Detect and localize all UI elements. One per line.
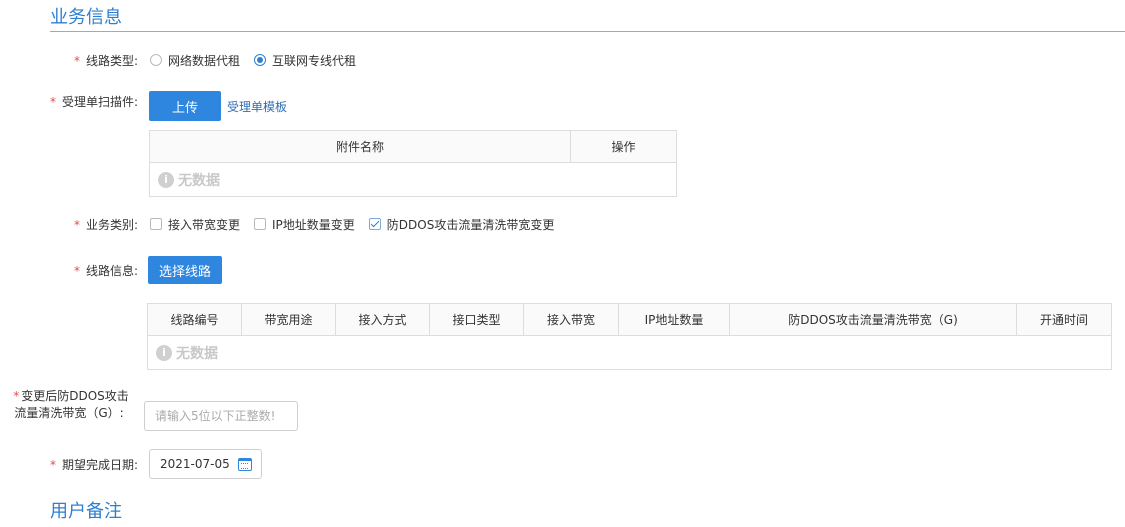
- column-header-operation: 操作: [570, 130, 677, 163]
- line-info-label-wrap: * 线路信息:: [0, 262, 138, 279]
- required-marker: *: [49, 95, 56, 109]
- empty-text: 无数据: [176, 345, 218, 362]
- column-header-attachment-name: 附件名称: [149, 130, 571, 163]
- ddos-bandwidth-label-line1-wrap: * 变更后防DDOS攻击: [0, 388, 138, 405]
- required-marker: *: [73, 263, 80, 278]
- business-category-row: * 业务类别: 接入带宽变更 IP地址数量变更 防DDOS攻击流量清洗带宽变更: [0, 214, 568, 234]
- attachment-table: 附件名称 操作 i 无数据: [149, 130, 677, 197]
- radio-network-data-lease[interactable]: 网络数据代租: [150, 52, 240, 69]
- radio-label: 网络数据代租: [168, 53, 241, 68]
- checkbox-indicator-checked[interactable]: [368, 218, 381, 230]
- template-link[interactable]: 受理单模板: [227, 98, 287, 115]
- column-header-line-number: 线路编号: [147, 303, 242, 336]
- line-info-label: 线路信息:: [85, 263, 138, 278]
- required-marker: *: [73, 53, 80, 68]
- ddos-bandwidth-label-line1: 变更后防DDOS攻击: [21, 389, 129, 403]
- upload-button[interactable]: 上传: [149, 91, 221, 121]
- column-header-interface-type: 接口类型: [429, 303, 524, 336]
- required-marker: *: [49, 457, 56, 472]
- ddos-bandwidth-input-wrap: [144, 401, 298, 431]
- table-empty-row: i 无数据: [147, 335, 1112, 370]
- info-icon: i: [156, 344, 172, 361]
- checkbox-label: IP地址数量变更: [272, 217, 355, 232]
- expected-date-label: 期望完成日期:: [61, 457, 138, 472]
- column-header-ddos-bandwidth: 防DDOS攻击流量清洗带宽（G): [729, 303, 1017, 336]
- table-header-row: 线路编号 带宽用途 接入方式 接口类型 接入带宽 IP地址数量 防DDOS攻击流…: [147, 303, 1112, 336]
- empty-text: 无数据: [178, 172, 220, 189]
- business-category-label: 业务类别:: [85, 217, 138, 232]
- business-category-checkbox-group: 接入带宽变更 IP地址数量变更 防DDOS攻击流量清洗带宽变更: [150, 216, 568, 233]
- radio-indicator-selected[interactable]: [254, 54, 267, 66]
- table-header-row: 附件名称 操作: [149, 130, 677, 163]
- line-type-row: * 线路类型: 网络数据代租 互联网专线代租: [0, 50, 1125, 70]
- line-info-table: 线路编号 带宽用途 接入方式 接口类型 接入带宽 IP地址数量 防DDOS攻击流…: [147, 303, 1112, 370]
- checkbox-indicator[interactable]: [254, 218, 267, 230]
- checkbox-ddos-bandwidth-change[interactable]: 防DDOS攻击流量清洗带宽变更: [368, 216, 555, 233]
- checkbox-access-bandwidth-change[interactable]: 接入带宽变更: [150, 216, 240, 233]
- scan-upload-label: 受理单扫描件:: [61, 95, 138, 109]
- business-category-label-wrap: * 业务类别:: [0, 216, 138, 233]
- column-header-access-method: 接入方式: [335, 303, 430, 336]
- checkbox-label: 防DDOS攻击流量清洗带宽变更: [386, 217, 555, 232]
- required-marker: *: [73, 217, 80, 232]
- expected-date-label-wrap: * 期望完成日期:: [0, 456, 138, 473]
- checkbox-label: 接入带宽变更: [168, 217, 241, 232]
- column-header-open-time: 开通时间: [1016, 303, 1112, 336]
- column-header-access-bandwidth: 接入带宽: [523, 303, 619, 336]
- radio-label: 互联网专线代租: [272, 53, 357, 68]
- ddos-bandwidth-label-line2: 流量清洗带宽（G）:: [14, 406, 124, 420]
- line-type-radio-group: 网络数据代租 互联网专线代租: [150, 52, 370, 69]
- table-empty-row: i 无数据: [149, 162, 677, 197]
- empty-cell: i 无数据: [147, 335, 1112, 370]
- calendar-icon[interactable]: [237, 457, 252, 471]
- empty-cell: i 无数据: [149, 162, 677, 197]
- empty-state: i 无数据: [158, 170, 220, 190]
- radio-internet-dedicated-lease[interactable]: 互联网专线代租: [254, 52, 356, 69]
- checkbox-ip-count-change[interactable]: IP地址数量变更: [254, 216, 355, 233]
- line-type-label-wrap: * 线路类型:: [0, 52, 138, 69]
- line-type-label: 线路类型:: [85, 53, 138, 68]
- required-marker: *: [13, 389, 20, 403]
- section-title-user-remarks: 用户备注: [50, 501, 122, 522]
- expected-date-row: * 期望完成日期:: [0, 454, 138, 474]
- expected-date-picker[interactable]: 2021-07-05: [149, 449, 262, 479]
- column-header-ip-count: IP地址数量: [618, 303, 730, 336]
- expected-date-value: 2021-07-05: [160, 457, 230, 471]
- scan-upload-row: * 受理单扫描件: 上传 受理单模板: [0, 91, 287, 121]
- radio-indicator[interactable]: [150, 54, 162, 66]
- ddos-bandwidth-label-wrap: * 变更后防DDOS攻击 流量清洗带宽（G）:: [0, 388, 138, 422]
- empty-state: i 无数据: [156, 343, 218, 363]
- ddos-bandwidth-input[interactable]: [155, 409, 297, 423]
- line-info-row: * 线路信息: 选择线路: [0, 256, 222, 284]
- section-divider: [50, 31, 1125, 32]
- info-icon: i: [158, 171, 174, 188]
- checkbox-indicator[interactable]: [150, 218, 162, 230]
- select-line-button[interactable]: 选择线路: [148, 256, 222, 284]
- column-header-bandwidth-usage: 带宽用途: [241, 303, 336, 336]
- scan-upload-label-wrap: * 受理单扫描件:: [0, 91, 138, 110]
- section-title-business-info: 业务信息: [50, 7, 122, 28]
